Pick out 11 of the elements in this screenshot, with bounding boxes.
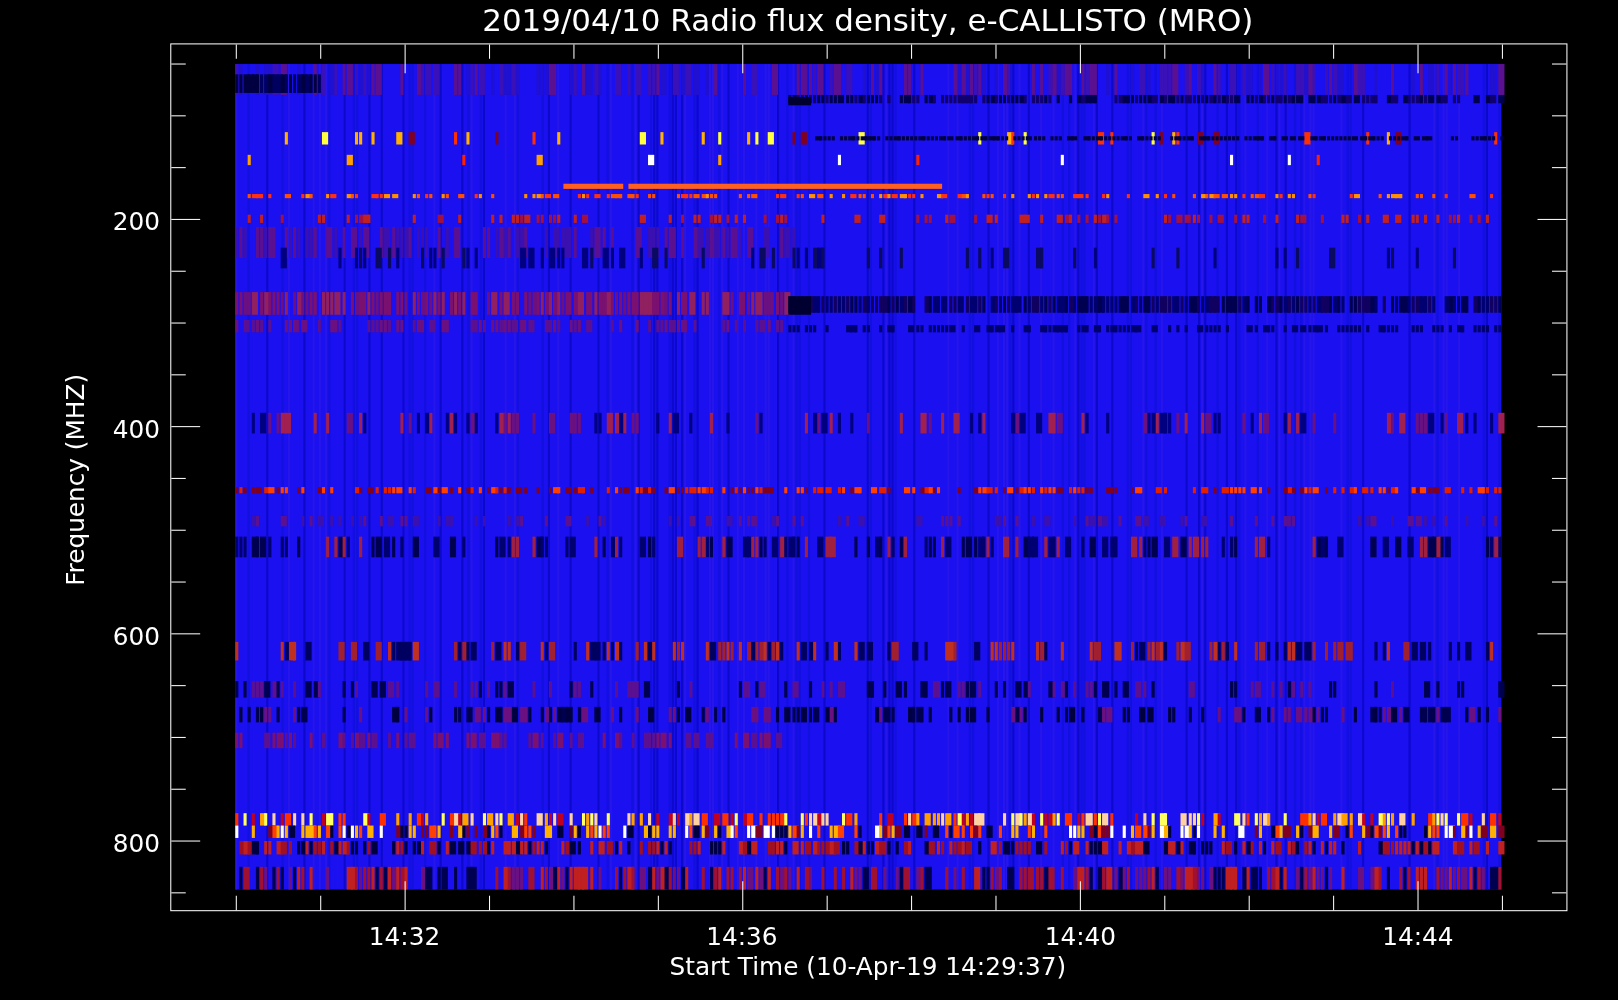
y-tick-label: 400 <box>112 414 160 444</box>
x-tick-label: 14:36 <box>706 922 778 952</box>
y-tick-label: 800 <box>112 829 160 859</box>
y-axis-label: Frequency (MHZ) <box>60 373 90 586</box>
x-tick-label: 14:44 <box>1382 922 1454 952</box>
y-tick-label: 200 <box>112 207 160 237</box>
chart-title: 2019/04/10 Radio flux density, e-CALLISTO (MRO) <box>482 2 1254 38</box>
x-axis-label: Start Time (10-Apr-19 14:29:37) <box>669 952 1067 982</box>
y-tick-label: 600 <box>112 622 160 651</box>
x-tick-label: 14:40 <box>1044 922 1117 952</box>
x-tick-label: 14:32 <box>368 922 441 952</box>
